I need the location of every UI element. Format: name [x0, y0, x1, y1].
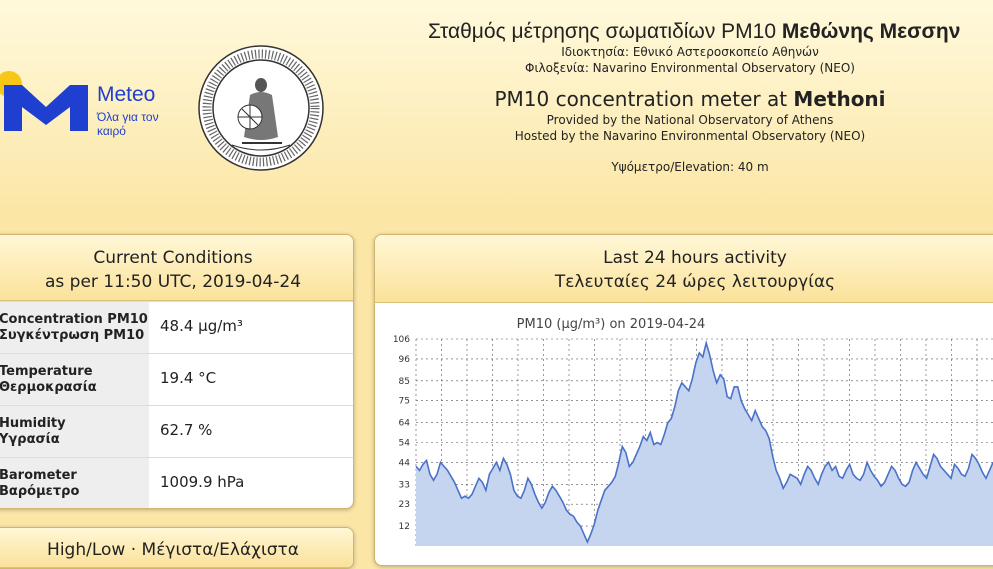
title-en-prefix: PM10 concentration meter at	[494, 87, 788, 111]
label-en: Humidity	[0, 416, 66, 431]
pm10-chart: 106 96 85 75 64 54 44 33 23 12	[393, 335, 993, 546]
condition-label: Concentration PM10 Συγκέντρωση PM10	[0, 302, 149, 353]
condition-value: 1009.9 hPa	[160, 473, 245, 491]
label-gr: Συγκέντρωση PM10	[0, 328, 145, 343]
current-conditions-time: as per 11:50 UTC, 2019-04-24	[44, 272, 302, 292]
high-low-header: High/Low · Μέγιστα/Ελάχιστα	[0, 528, 353, 568]
logo-brand: Meteo	[97, 83, 156, 106]
title-block: Σταθμός μέτρησης σωματιδίων PM10 Μεθώνης…	[400, 20, 980, 174]
label-gr: Βαρόμετρο	[0, 484, 80, 499]
meteo-logo-mark	[4, 85, 88, 131]
condition-label: Temperature Θερμοκρασία	[0, 354, 149, 405]
header: Meteo Όλα για τον καιρό Σταθμός μέτρησης…	[0, 0, 993, 213]
activity-title-greek: Τελευταίες 24 ώρες λειτουργίας	[554, 272, 836, 292]
label-gr: Υγρασία	[0, 432, 60, 447]
provided-english: Provided by the National Observatory of …	[546, 113, 834, 127]
hosted-english: Hosted by the Navarino Environmental Obs…	[514, 129, 866, 143]
y-tick-label: 33	[399, 480, 410, 490]
pm10-area	[416, 343, 993, 546]
host-greek: Φιλοξενία: Navarino Environmental Observ…	[525, 61, 855, 75]
current-conditions-header: Current Conditions as per 11:50 UTC, 201…	[0, 235, 353, 301]
title-greek: Σταθμός μέτρησης σωματιδίων PM10 Μεθώνης…	[428, 20, 980, 44]
high-low-panel: High/Low · Μέγιστα/Ελάχιστα	[0, 527, 354, 569]
activity-title: Last 24 hours activity	[603, 248, 787, 268]
label-en: Temperature	[0, 364, 93, 379]
condition-row-pm10: Concentration PM10 Συγκέντρωση PM10 48.4 …	[0, 301, 353, 353]
y-tick-label: 106	[393, 335, 410, 345]
condition-label: Humidity Υγρασία	[0, 406, 149, 457]
label-en: Barometer	[0, 468, 77, 483]
title-gr-bold: Μεθώνης Μεσσην	[781, 20, 961, 43]
condition-row-humidity: Humidity Υγρασία 62.7 %	[0, 405, 353, 457]
condition-value: 19.4 °C	[160, 369, 217, 387]
condition-value: 48.4 μg/m³	[160, 317, 243, 335]
y-tick-label: 85	[399, 377, 410, 387]
condition-value: 62.7 %	[160, 421, 213, 439]
logo-slogan: Όλα για τον καιρό	[97, 110, 159, 138]
elevation: Υψόμετρο/Elevation: 40 m	[611, 160, 769, 174]
y-tick-label: 23	[399, 500, 410, 510]
title-en-bold: Methoni	[793, 87, 886, 111]
condition-label: Barometer Βαρόμετρο	[0, 458, 149, 508]
label-gr: Θερμοκρασία	[0, 380, 97, 395]
title-gr-prefix: Σταθμός μέτρησης σωματιδίων PM10	[428, 20, 777, 43]
y-tick-label: 96	[399, 355, 411, 365]
activity-panel: Last 24 hours activity Τελευταίες 24 ώρε…	[374, 234, 993, 566]
condition-row-barometer: Barometer Βαρόμετρο 1009.9 hPa	[0, 457, 353, 508]
y-tick-label: 54	[399, 439, 411, 449]
y-tick-label: 64	[399, 419, 411, 429]
current-conditions-title: Current Conditions	[93, 248, 253, 268]
title-english: PM10 concentration meter at Methoni	[400, 86, 980, 112]
condition-row-temperature: Temperature Θερμοκρασία 19.4 °C	[0, 353, 353, 405]
y-tick-label: 75	[399, 397, 410, 407]
meteo-logo[interactable]: Meteo Όλα για τον καιρό	[97, 83, 167, 138]
y-tick-label: 44	[399, 458, 411, 468]
activity-header: Last 24 hours activity Τελευταίες 24 ώρε…	[375, 235, 993, 303]
y-tick-label: 12	[399, 522, 410, 532]
label-en: Concentration PM10	[0, 312, 148, 327]
current-conditions-panel: Current Conditions as per 11:50 UTC, 201…	[0, 234, 354, 509]
observatory-seal-icon	[198, 45, 324, 171]
owner-greek: Ιδιοκτησία: Εθνικό Αστεροσκοπείο Αθηνών	[561, 45, 819, 59]
chart-title: PM10 (μg/m³) on 2019-04-24	[516, 317, 706, 332]
